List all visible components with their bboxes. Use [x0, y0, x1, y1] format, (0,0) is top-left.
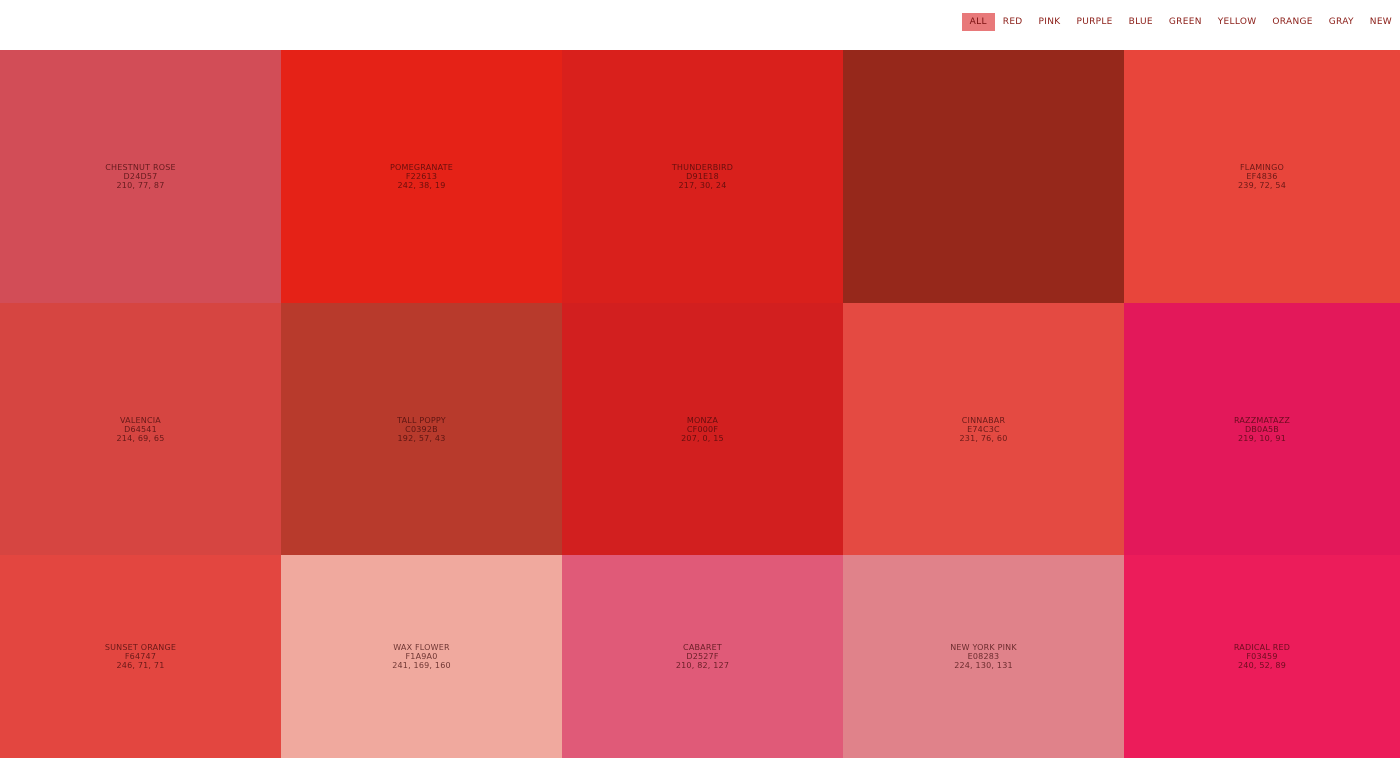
swatch-rgb: 240, 52, 89	[1237, 661, 1286, 670]
color-swatch[interactable]: THUNDERBIRD D91E18 217, 30, 24	[562, 50, 843, 303]
swatch-rgb: 246, 71, 71	[116, 661, 165, 670]
swatch-name: POMEGRANATE	[390, 163, 453, 172]
filter-orange[interactable]: ORANGE	[1264, 13, 1320, 31]
swatch-hex: DB0A5B	[1245, 424, 1279, 434]
swatch-info: CHESTNUT ROSE D24D57 210, 77, 87	[105, 163, 175, 190]
swatch-info: NEW YORK PINK E08283 224, 130, 131	[950, 643, 1017, 670]
color-swatch[interactable]: NEW YORK PINK E08283 224, 130, 131	[843, 555, 1124, 758]
color-swatch[interactable]: CHESTNUT ROSE D24D57 210, 77, 87	[0, 50, 281, 303]
swatch-name: THUNDERBIRD	[671, 163, 734, 172]
filter-gray[interactable]: GRAY	[1321, 13, 1362, 31]
swatch-rgb: 224, 130, 131	[954, 661, 1013, 670]
swatch-grid: CHESTNUT ROSE D24D57 210, 77, 87 POMEGRA…	[0, 50, 1400, 758]
swatch-name: TALL POPPY	[397, 415, 446, 425]
filter-red[interactable]: RED	[995, 13, 1031, 31]
swatch-rgb: 210, 77, 87	[116, 181, 165, 190]
swatch-name: VALENCIA	[120, 415, 161, 425]
swatch-rgb: 217, 30, 24	[678, 181, 727, 190]
color-swatch[interactable]: VALENCIA D64541 214, 69, 65	[0, 303, 281, 555]
swatch-name: RAZZMATAZZ	[1233, 415, 1291, 425]
swatch-rgb: 207, 0, 15	[681, 433, 724, 443]
swatch-rgb: 214, 69, 65	[116, 433, 165, 443]
swatch-name: NEW YORK PINK	[950, 643, 1017, 652]
swatch-name: CHESTNUT ROSE	[105, 163, 176, 172]
swatch-rgb: 242, 38, 19	[397, 181, 446, 190]
swatch-info: TALL POPPY C0392B 192, 57, 43	[397, 416, 446, 443]
swatch-name: RADICAL RED	[1233, 643, 1291, 652]
swatch-hex: E08283	[967, 652, 1000, 661]
color-swatch[interactable]: CABARET D2527F 210, 82, 127	[562, 555, 843, 758]
color-swatch[interactable]: TALL POPPY C0392B 192, 57, 43	[281, 303, 562, 555]
filter-pink[interactable]: PINK	[1031, 13, 1069, 31]
swatch-info: CINNABAR E74C3C 231, 76, 60	[959, 416, 1007, 443]
filter-blue[interactable]: BLUE	[1121, 13, 1161, 31]
swatch-hex: EF4836	[1246, 172, 1278, 181]
top-bar: ALL RED PINK PURPLE BLUE GREEN YELLOW OR…	[0, 0, 1400, 50]
filter-yellow[interactable]: YELLOW	[1210, 13, 1265, 31]
swatch-name: CABARET	[683, 643, 722, 652]
swatch-hex: D2527F	[686, 652, 719, 661]
swatch-rgb: 210, 82, 127	[675, 661, 730, 670]
color-swatch[interactable]: RAZZMATAZZ DB0A5B 219, 10, 91	[1124, 303, 1400, 555]
color-swatch[interactable]: WAX FLOWER F1A9A0 241, 169, 160	[281, 555, 562, 758]
swatch-name: CINNABAR	[961, 415, 1006, 425]
swatch-hex: F22613	[405, 172, 438, 181]
swatch-rgb: 241, 169, 160	[392, 661, 451, 670]
swatch-info: THUNDERBIRD D91E18 217, 30, 24	[672, 163, 733, 190]
swatch-hex: E74C3C	[967, 424, 1000, 434]
color-swatch[interactable]: POMEGRANATE F22613 242, 38, 19	[281, 50, 562, 303]
swatch-rgb: 192, 57, 43	[397, 433, 446, 443]
swatch-hex: F1A9A0	[405, 652, 438, 661]
swatch-name: SUNSET ORANGE	[104, 643, 177, 652]
swatch-rgb: 231, 76, 60	[959, 433, 1008, 443]
filter-all[interactable]: ALL	[961, 13, 995, 31]
swatch-info: CABARET D2527F 210, 82, 127	[676, 643, 729, 670]
swatch-name: FLAMINGO	[1239, 163, 1285, 172]
color-swatch[interactable]: CINNABAR E74C3C 231, 76, 60	[843, 303, 1124, 555]
color-swatch[interactable]: FLAMINGO EF4836 239, 72, 54	[1124, 50, 1400, 303]
color-swatch[interactable]: RADICAL RED F03459 240, 52, 89	[1124, 555, 1400, 758]
color-swatch[interactable]: SUNSET ORANGE F64747 246, 71, 71	[0, 555, 281, 758]
swatch-info: VALENCIA D64541 214, 69, 65	[116, 416, 164, 443]
swatch-name: MONZA	[686, 415, 719, 425]
swatch-info: MONZA CF000F 207, 0, 15	[681, 416, 724, 443]
swatch-info: POMEGRANATE F22613 242, 38, 19	[390, 163, 453, 190]
filter-new[interactable]: NEW	[1362, 13, 1400, 31]
swatch-info: WAX FLOWER F1A9A0 241, 169, 160	[392, 643, 451, 670]
swatch-hex: D24D57	[123, 172, 158, 181]
swatch-info: RAZZMATAZZ DB0A5B 219, 10, 91	[1234, 416, 1290, 443]
swatch-hex: F64747	[124, 652, 157, 661]
swatch-rgb: 219, 10, 91	[1237, 433, 1286, 443]
swatch-rgb: 239, 72, 54	[1237, 181, 1286, 190]
swatch-info: SUNSET ORANGE F64747 246, 71, 71	[105, 643, 176, 670]
color-filter-nav: ALL RED PINK PURPLE BLUE GREEN YELLOW OR…	[961, 13, 1400, 31]
filter-purple[interactable]: PURPLE	[1068, 13, 1120, 31]
color-swatch[interactable]: MONZA CF000F 207, 0, 15	[562, 303, 843, 555]
swatch-hex: D64541	[124, 424, 157, 434]
swatch-info: RADICAL RED F03459 240, 52, 89	[1234, 643, 1290, 670]
color-swatch[interactable]	[843, 50, 1124, 303]
swatch-info: FLAMINGO EF4836 239, 72, 54	[1238, 163, 1286, 190]
swatch-name: WAX FLOWER	[393, 643, 450, 652]
swatch-hex: F03459	[1246, 652, 1278, 661]
swatch-hex: D91E18	[686, 172, 719, 181]
swatch-hex: C0392B	[405, 424, 438, 434]
filter-green[interactable]: GREEN	[1161, 13, 1210, 31]
swatch-hex: CF000F	[686, 424, 719, 434]
